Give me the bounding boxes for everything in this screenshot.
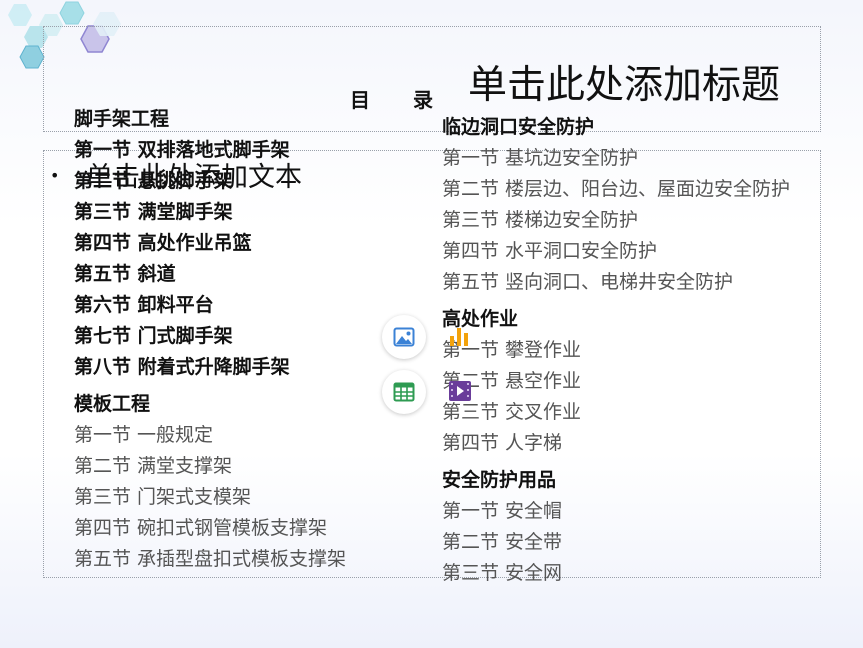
section-title: 高处作业	[442, 308, 519, 330]
toc-item: 第一节 双排落地式脚手架	[74, 139, 290, 161]
insert-image-button[interactable]	[382, 315, 426, 359]
toc-item: 第四节 碗扣式钢管模板支撑架	[74, 517, 328, 539]
title-placeholder-text[interactable]: 单击此处添加标题	[468, 54, 780, 110]
toc-item: 第二节 满堂支撑架	[74, 455, 233, 477]
toc-item: 第四节 高处作业吊篮	[74, 232, 252, 254]
toc-item: 第一节 基坑边安全防护	[442, 147, 639, 169]
toc-item: 第六节 卸料平台	[74, 294, 214, 316]
picture-icon	[393, 327, 415, 347]
bar-chart-icon[interactable]	[448, 324, 470, 348]
toc-section-work-at-height: 高处作业 第一节 攀登作业 第二节 悬空作业 第三节 交叉作业 第四节 人字梯	[442, 304, 862, 459]
toc-item: 第三节 满堂脚手架	[74, 201, 233, 223]
toc-item: 第三节 门架式支模架	[74, 486, 252, 508]
toc-item: 第二节 悬挑脚手架	[74, 170, 233, 192]
toc-section-edge-protection: 临边洞口安全防护 第一节 基坑边安全防护 第二节 楼层边、阳台边、屋面边安全防护…	[442, 112, 862, 298]
toc-item: 第五节 竖向洞口、电梯井安全防护	[442, 271, 734, 293]
toc-item: 第四节 水平洞口安全防护	[442, 240, 658, 262]
toc-section-protective-equipment: 安全防护用品 第一节 安全帽 第二节 安全带 第三节 安全网	[442, 465, 862, 589]
section-title: 脚手架工程	[74, 108, 170, 130]
toc-section-scaffolding: 脚手架工程 第一节 双排落地式脚手架 第二节 悬挑脚手架 第三节 满堂脚手架 第…	[74, 104, 414, 383]
toc-right-column: 临边洞口安全防护 第一节 基坑边安全防护 第二节 楼层边、阳台边、屋面边安全防护…	[442, 112, 862, 589]
insert-table-button[interactable]	[382, 370, 426, 414]
toc-item: 第三节 安全网	[442, 562, 563, 584]
video-icon[interactable]	[448, 380, 472, 402]
bullet: •	[50, 166, 60, 185]
section-title: 临边洞口安全防护	[442, 116, 595, 138]
toc-section-formwork: 模板工程 第一节 一般规定 第二节 满堂支撑架 第三节 门架式支模架 第四节 碗…	[74, 389, 414, 575]
toc-item: 第四节 人字梯	[442, 432, 563, 454]
toc-item: 第三节 楼梯边安全防护	[442, 209, 639, 231]
toc-item: 第一节 攀登作业	[442, 339, 582, 361]
slide: 单击此处添加标题 • 单击此处添加文本 目 录 脚手架工程 第一节 双排落地式脚…	[0, 0, 863, 648]
toc-item: 第七节 门式脚手架	[74, 325, 233, 347]
toc-item: 第五节 承插型盘扣式模板支撑架	[74, 548, 347, 570]
toc-item: 第八节 附着式升降脚手架	[74, 356, 290, 378]
toc-left-column: 脚手架工程 第一节 双排落地式脚手架 第二节 悬挑脚手架 第三节 满堂脚手架 第…	[74, 104, 414, 575]
toc-item: 第五节 斜道	[74, 263, 176, 285]
toc-item: 第一节 安全帽	[442, 500, 563, 522]
toc-item: 第二节 悬空作业	[442, 370, 582, 392]
section-title: 安全防护用品	[442, 469, 557, 491]
toc-item: 第三节 交叉作业	[442, 401, 582, 423]
table-icon	[393, 382, 415, 402]
toc-item: 第二节 安全带	[442, 531, 563, 553]
section-title: 模板工程	[74, 393, 151, 415]
toc-item: 第一节 一般规定	[74, 424, 214, 446]
toc-item: 第二节 楼层边、阳台边、屋面边安全防护	[442, 178, 791, 200]
